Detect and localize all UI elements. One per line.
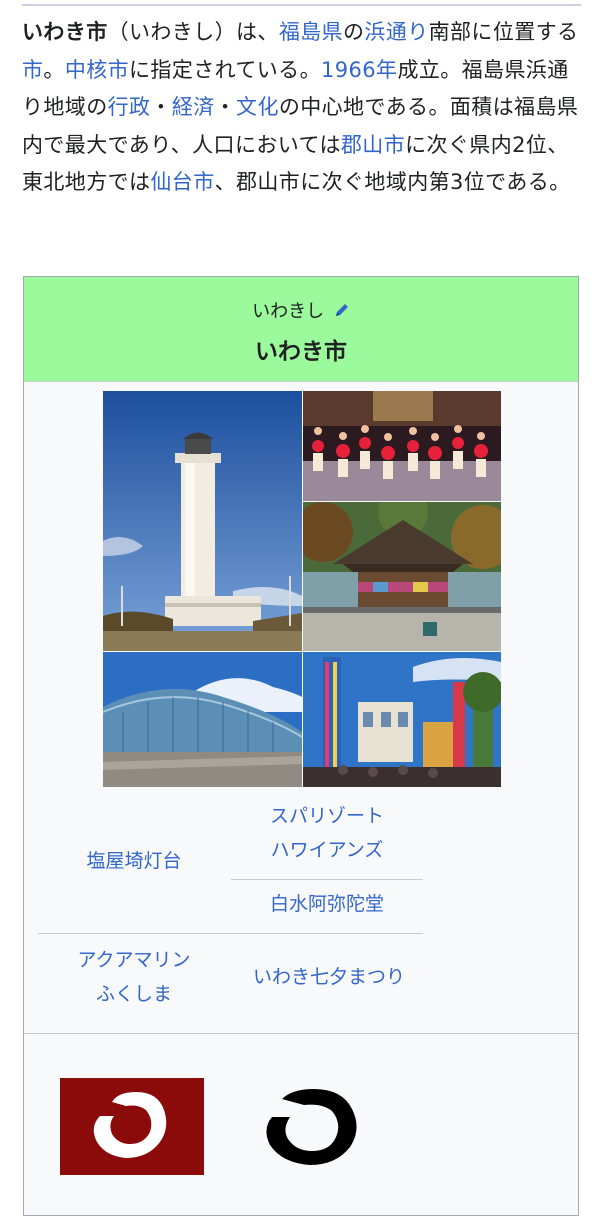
intro-link[interactable]: 市 [22, 58, 43, 82]
infobox-reading: いわきし [252, 301, 325, 322]
intro-link[interactable]: 浜通り [364, 20, 428, 44]
photo-hula-dancers[interactable] [303, 391, 501, 501]
pencil-icon[interactable] [334, 302, 350, 323]
intro-text: （いわきし）は、 [107, 20, 279, 44]
intro-link[interactable]: 郡山市 [341, 133, 405, 157]
intro-link[interactable]: 中核市 [65, 58, 129, 82]
article-subject: いわき市 [22, 20, 108, 44]
intro-link[interactable]: 経済 [172, 95, 215, 119]
intro-link[interactable]: 文化 [236, 95, 279, 119]
intro-link[interactable]: 1966年 [321, 58, 397, 82]
photo-collage [103, 391, 501, 787]
infobox: いわきし いわき市 塩屋埼灯台 スパリゾート ハワイアンズ 白水阿弥陀堂 アクア… [23, 276, 579, 1216]
intro-text: 、郡山市に次ぐ地域内第3位である。 [214, 170, 571, 194]
infobox-reading-row: いわきし [24, 297, 578, 323]
photo-tanabata-festival[interactable] [303, 652, 501, 787]
photo-temple[interactable] [303, 502, 501, 651]
caption-temple[interactable]: 白水阿弥陀堂 [232, 887, 422, 921]
caption-divider [38, 933, 423, 934]
intro-link[interactable]: 行政 [108, 95, 151, 119]
intro-text: ・ [150, 95, 172, 119]
caption-lighthouse[interactable]: 塩屋埼灯台 [64, 844, 204, 878]
caption-aquarium-line2: ふくしま [95, 983, 172, 1005]
section-divider [24, 1033, 578, 1034]
intro-text: の [343, 20, 365, 44]
photo-aquarium[interactable] [103, 652, 302, 787]
caption-spa-resort[interactable]: スパリゾート ハワイアンズ [232, 799, 422, 867]
intro-text: 。 [43, 57, 65, 82]
city-emblem[interactable] [258, 1087, 374, 1167]
article-intro: いわき市（いわきし）は、福島県の浜通り南部に位置する市。中核市に指定されている。… [22, 14, 582, 202]
caption-aquarium[interactable]: アクアマリン ふくしま [59, 943, 209, 1011]
intro-link[interactable]: 福島県 [279, 20, 343, 44]
intro-text: 南部に位置する [428, 20, 579, 44]
intro-text: に指定されている。 [129, 57, 321, 82]
caption-divider [231, 879, 423, 880]
top-divider [22, 4, 581, 6]
intro-text: ・ [214, 95, 237, 119]
infobox-title: いわき市 [255, 339, 347, 365]
caption-spa-line1: スパリゾート [269, 805, 384, 827]
caption-tanabata[interactable]: いわき七夕まつり [229, 960, 429, 994]
city-flag[interactable] [60, 1078, 204, 1175]
photo-lighthouse[interactable] [103, 391, 302, 651]
caption-spa-line2: ハワイアンズ [270, 839, 384, 861]
caption-aquarium-line1: アクアマリン [77, 949, 191, 971]
intro-link[interactable]: 仙台市 [150, 170, 214, 194]
infobox-header: いわきし いわき市 [24, 277, 578, 382]
